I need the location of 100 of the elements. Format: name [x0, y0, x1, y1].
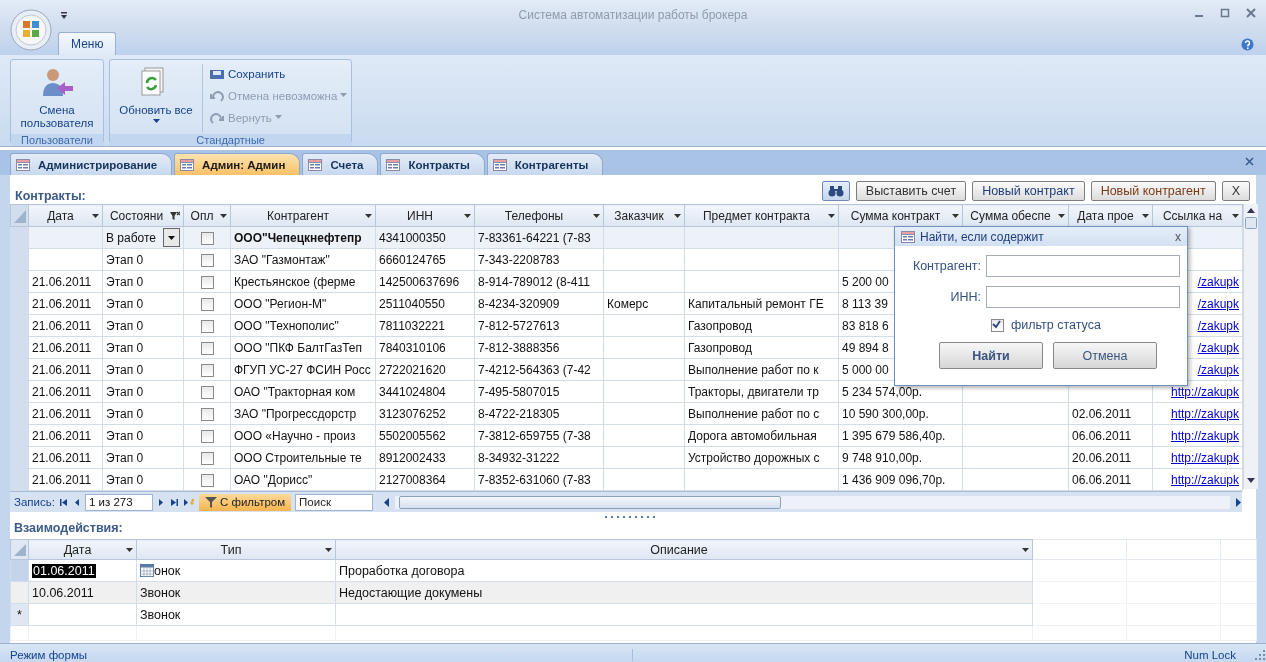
dropdown-icon: [1142, 213, 1149, 218]
column-header[interactable]: Телефоны: [474, 204, 604, 227]
filter-toggle[interactable]: С фильтром: [198, 493, 292, 511]
table-cell: 8-34932-31222: [474, 446, 604, 469]
table-cell: 06.06.2011: [1068, 468, 1153, 491]
dialog-button[interactable]: Отмена: [1053, 342, 1157, 369]
column-header[interactable]: Сумма обеспе: [962, 204, 1069, 227]
ribbon-tab[interactable]: Меню: [58, 32, 117, 55]
column-header[interactable]: Дата: [28, 204, 103, 227]
table-cell: Этап 0: [102, 314, 184, 337]
checkbox[interactable]: [200, 275, 214, 289]
column-header[interactable]: Дата прое: [1068, 204, 1153, 227]
close-icon[interactable]: [1246, 8, 1256, 18]
last-record-icon[interactable]: [168, 497, 179, 507]
column-header[interactable]: ИНН: [375, 204, 475, 227]
column-header[interactable]: Опл: [183, 204, 231, 227]
row-selector[interactable]: *: [10, 603, 29, 626]
form-icon: [180, 158, 195, 171]
dropdown-icon: [674, 213, 681, 218]
form-icon: [16, 158, 30, 171]
dropdown-icon[interactable]: [60, 12, 68, 20]
document-tab[interactable]: Администрирование: [10, 153, 173, 175]
group-label: Стандартные: [110, 134, 352, 146]
table-cell: 7-343-2208783: [474, 248, 604, 271]
table-cell: 6660124765: [375, 248, 475, 271]
ribbon-button[interactable]: Сохранить: [209, 64, 348, 83]
document-tab[interactable]: Контрагенты: [486, 153, 604, 175]
checkbox[interactable]: [200, 253, 214, 267]
table-cell: 21.06.2011: [28, 380, 103, 403]
column-header[interactable]: Сумма контракт: [838, 204, 963, 227]
select-all-corner[interactable]: [10, 539, 29, 560]
table-cell: Этап 0: [102, 446, 184, 469]
column-header[interactable]: Заказчик: [603, 204, 685, 227]
checkbox[interactable]: [200, 407, 214, 421]
document-tab[interactable]: Админ: Админ: [174, 153, 301, 175]
dropdown-icon: [220, 213, 227, 218]
table-cell: 10 590 300,00р.: [838, 402, 963, 425]
maximize-icon[interactable]: [1220, 8, 1230, 18]
horizontal-scrollbar[interactable]: [383, 494, 1242, 510]
table-cell: Этап 0: [102, 358, 184, 381]
group-label: Пользователи: [11, 134, 103, 146]
column-header[interactable]: Ссылка на: [1152, 204, 1243, 227]
checkbox[interactable]: [200, 297, 214, 311]
first-record-icon[interactable]: [58, 497, 69, 507]
table-cell: 21.06.2011: [28, 446, 103, 469]
table-cell: Недостающие докумены: [335, 581, 1033, 604]
link[interactable]: http://zakupk: [1152, 446, 1243, 469]
dialog-button[interactable]: Найти: [939, 342, 1043, 369]
form-button[interactable]: X: [1221, 181, 1250, 201]
checkbox[interactable]: [200, 385, 214, 399]
splitter-grip-icon[interactable]: [605, 516, 655, 519]
checkbox[interactable]: [200, 451, 214, 465]
document-tab[interactable]: Контракты: [380, 153, 485, 175]
form-button[interactable]: Новый контрагент: [1090, 181, 1216, 201]
form-button[interactable]: Новый контракт: [972, 181, 1085, 201]
link[interactable]: http://zakupk: [1152, 468, 1243, 491]
checkbox[interactable]: [991, 318, 1004, 332]
resize-grip-icon[interactable]: [1254, 648, 1266, 661]
record-position-field[interactable]: 1 из 273: [84, 493, 153, 511]
link[interactable]: http://zakupk: [1152, 424, 1243, 447]
next-record-icon[interactable]: [156, 497, 165, 507]
dropdown-icon: [274, 115, 282, 120]
input-field[interactable]: [986, 286, 1180, 308]
column-header[interactable]: Описание: [335, 539, 1033, 560]
checkbox[interactable]: [200, 429, 214, 443]
checkbox[interactable]: [200, 473, 214, 487]
new-record-icon[interactable]: [182, 497, 195, 507]
ribbon-button[interactable]: Смена пользователя: [15, 62, 99, 132]
close-icon[interactable]: [1245, 157, 1254, 166]
new-row-marker: *: [17, 607, 22, 622]
table-cell: 7811032221: [375, 314, 475, 337]
column-header[interactable]: Дата: [28, 539, 137, 560]
ribbon-button[interactable]: Обновить все: [114, 62, 198, 132]
column-header[interactable]: Состояни: [102, 204, 184, 227]
close-button[interactable]: x: [1175, 229, 1181, 244]
calendar-icon[interactable]: [140, 564, 154, 577]
table-cell: 10.06.2011: [32, 585, 94, 600]
table-cell: Устройство дорожных с: [684, 446, 839, 469]
vertical-scrollbar[interactable]: [1243, 204, 1258, 489]
redo-icon: [209, 110, 225, 125]
input-field[interactable]: [986, 255, 1180, 277]
checkbox[interactable]: [200, 319, 214, 333]
column-header[interactable]: Контрагент: [230, 204, 376, 227]
checkbox[interactable]: [200, 363, 214, 377]
table-cell: ООО "Технополис": [230, 314, 376, 337]
checkbox[interactable]: [200, 341, 214, 355]
column-header[interactable]: Предмет контракта: [684, 204, 839, 227]
find-button[interactable]: [821, 181, 850, 201]
table-cell: Этап 0: [102, 402, 184, 425]
search-field[interactable]: Поиск: [295, 493, 374, 511]
table-cell: 5502005562: [375, 424, 475, 447]
dropdown-icon: [92, 213, 99, 218]
table-cell: ООО"Чепецкнефтепр: [230, 226, 376, 249]
column-header[interactable]: Тип: [136, 539, 336, 560]
previous-record-icon[interactable]: [72, 497, 81, 507]
link[interactable]: http://zakupk: [1152, 402, 1243, 425]
help-icon[interactable]: [1241, 38, 1254, 51]
checkbox[interactable]: [200, 231, 214, 245]
form-button[interactable]: Выставить счет: [855, 181, 967, 201]
document-tab[interactable]: Счета: [302, 153, 379, 175]
